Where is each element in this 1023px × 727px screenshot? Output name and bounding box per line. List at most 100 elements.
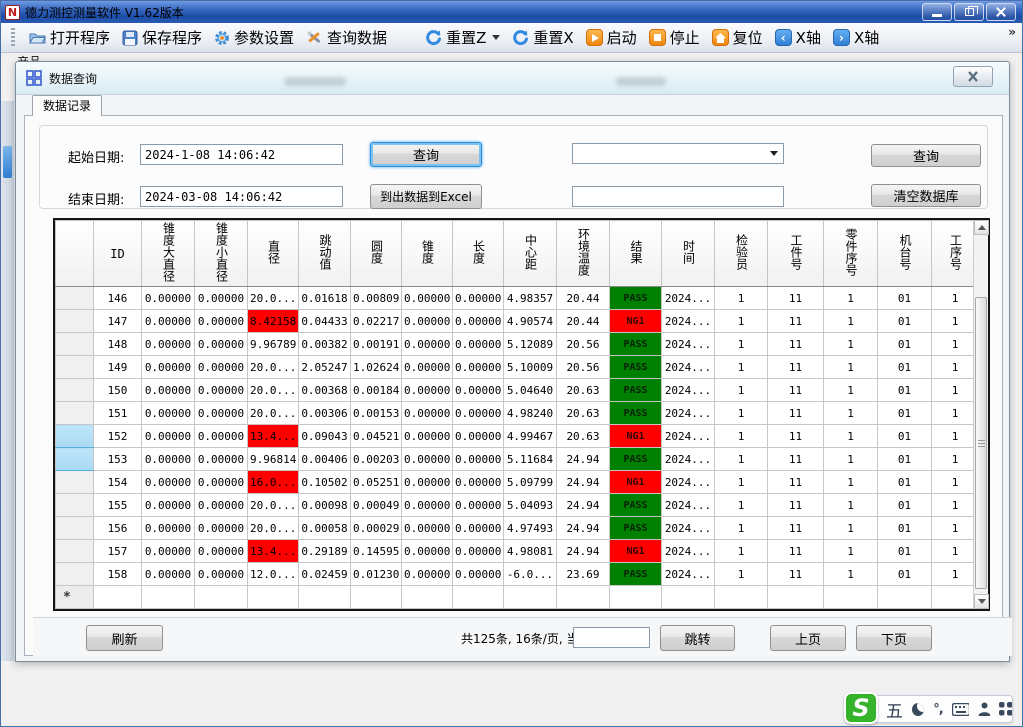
table-cell[interactable]: 0.00306 — [299, 402, 351, 425]
table-cell[interactable]: 1 — [932, 448, 979, 471]
table-cell[interactable]: 1 — [932, 540, 979, 563]
table-cell[interactable]: 0.29189 — [299, 540, 351, 563]
table-cell[interactable]: 0.00000 — [402, 448, 453, 471]
table-cell[interactable]: 0.00000 — [453, 333, 504, 356]
table-cell[interactable]: 1 — [932, 494, 979, 517]
table-cell[interactable]: 1 — [715, 494, 768, 517]
table-cell[interactable]: 13.4... — [248, 425, 299, 448]
person-icon[interactable] — [978, 702, 990, 716]
table-cell[interactable] — [824, 586, 878, 609]
table-column-header[interactable]: 锥度 — [402, 221, 453, 287]
table-cell[interactable]: 149 — [94, 356, 142, 379]
table-cell[interactable]: 20.0... — [248, 494, 299, 517]
table-cell[interactable]: 01 — [878, 310, 932, 333]
table-cell[interactable]: 20.0... — [248, 517, 299, 540]
table-cell[interactable]: 20.63 — [557, 379, 610, 402]
toolbox-grid-icon[interactable] — [999, 702, 1012, 716]
table-cell[interactable]: 0.00191 — [351, 333, 402, 356]
table-row-header[interactable] — [56, 287, 94, 310]
table-cell[interactable]: 0.09043 — [299, 425, 351, 448]
table-cell[interactable]: 01 — [878, 356, 932, 379]
table-cell[interactable]: 0.00809 — [351, 287, 402, 310]
table-cell[interactable]: 20.56 — [557, 333, 610, 356]
table-cell[interactable]: 1 — [715, 310, 768, 333]
table-cell[interactable]: 01 — [878, 333, 932, 356]
table-cell[interactable]: PASS — [610, 448, 662, 471]
toolbar-overflow-chevron[interactable]: » — [1008, 25, 1016, 39]
table-cell[interactable]: NG1 — [610, 310, 662, 333]
table-cell[interactable]: 1 — [715, 540, 768, 563]
table-cell[interactable]: 20.0... — [248, 356, 299, 379]
table-row-header[interactable] — [56, 356, 94, 379]
maximize-button[interactable] — [954, 3, 984, 21]
table-cell[interactable]: 9.96814 — [248, 448, 299, 471]
table-cell[interactable]: 0.00000 — [142, 287, 195, 310]
table-cell[interactable] — [504, 586, 557, 609]
table-cell[interactable] — [142, 586, 195, 609]
table-row-header[interactable] — [56, 448, 94, 471]
table-cell[interactable]: 0.00000 — [402, 310, 453, 333]
table-cell[interactable]: 1 — [824, 356, 878, 379]
table-column-header[interactable]: 结果 — [610, 221, 662, 287]
table-cell[interactable]: NG1 — [610, 425, 662, 448]
table-column-header[interactable]: 工序号 — [932, 221, 979, 287]
save-program-button[interactable]: 保存程序 — [116, 25, 208, 50]
table-column-header[interactable]: 时间 — [662, 221, 715, 287]
table-cell[interactable]: 01 — [878, 287, 932, 310]
table-cell[interactable]: 20.63 — [557, 425, 610, 448]
reset-x-button[interactable]: 重置X — [506, 25, 579, 50]
table-cell[interactable]: 152 — [94, 425, 142, 448]
table-cell[interactable]: 4.98081 — [504, 540, 557, 563]
table-column-header[interactable]: 中心距 — [504, 221, 557, 287]
table-cell[interactable]: 0.00000 — [142, 448, 195, 471]
table-cell[interactable]: 12.0... — [248, 563, 299, 586]
table-cell[interactable]: 0.00000 — [195, 356, 248, 379]
table-cell[interactable]: 1 — [715, 471, 768, 494]
open-program-button[interactable]: 打开程序 — [23, 25, 116, 50]
table-cell[interactable]: 0.00000 — [453, 448, 504, 471]
table-cell[interactable]: 0.00000 — [142, 540, 195, 563]
export-excel-button[interactable]: 到出数据到Excel — [370, 184, 482, 209]
table-cell[interactable]: 1 — [932, 471, 979, 494]
filter-combo[interactable] — [572, 143, 784, 164]
table-cell[interactable]: 20.44 — [557, 310, 610, 333]
query-button[interactable]: 查询 — [370, 142, 482, 167]
table-cell[interactable]: 23.69 — [557, 563, 610, 586]
table-cell[interactable]: 0.00000 — [453, 287, 504, 310]
table-cell[interactable]: 0.00000 — [195, 494, 248, 517]
table-cell[interactable]: 0.00029 — [351, 517, 402, 540]
table-cell[interactable]: 0.04433 — [299, 310, 351, 333]
table-cell[interactable]: 0.00000 — [142, 517, 195, 540]
table-cell[interactable]: 2024... — [662, 356, 715, 379]
table-cell[interactable]: 0.00000 — [402, 471, 453, 494]
table-cell[interactable]: 1 — [715, 517, 768, 540]
table-cell[interactable]: 0.01230 — [351, 563, 402, 586]
table-cell[interactable]: 11 — [768, 310, 824, 333]
table-cell[interactable] — [453, 586, 504, 609]
table-cell[interactable]: 11 — [768, 540, 824, 563]
table-cell[interactable]: 11 — [768, 471, 824, 494]
table-cell[interactable]: 0.02459 — [299, 563, 351, 586]
table-cell[interactable]: 1 — [715, 356, 768, 379]
table-cell[interactable]: 1 — [824, 310, 878, 333]
table-cell[interactable]: 24.94 — [557, 494, 610, 517]
table-cell[interactable]: 2024... — [662, 494, 715, 517]
table-column-header[interactable]: 直径 — [248, 221, 299, 287]
table-cell[interactable]: 2.05247 — [299, 356, 351, 379]
table-cell[interactable]: 0.00000 — [195, 563, 248, 586]
table-cell[interactable]: 2024... — [662, 379, 715, 402]
table-cell[interactable]: PASS — [610, 494, 662, 517]
table-cell[interactable] — [768, 586, 824, 609]
table-cell[interactable]: 0.00098 — [299, 494, 351, 517]
table-cell[interactable]: 0.00000 — [453, 356, 504, 379]
table-cell[interactable]: 0.00000 — [195, 379, 248, 402]
table-column-header[interactable]: 长度 — [453, 221, 504, 287]
scroll-down-button[interactable] — [974, 594, 989, 609]
table-cell[interactable]: 1 — [824, 425, 878, 448]
table-cell[interactable]: 1 — [715, 448, 768, 471]
jump-button[interactable]: 跳转 — [660, 625, 735, 651]
table-cell[interactable] — [557, 586, 610, 609]
table-cell[interactable]: PASS — [610, 333, 662, 356]
table-cell[interactable]: 01 — [878, 563, 932, 586]
table-cell[interactable]: 20.0... — [248, 287, 299, 310]
